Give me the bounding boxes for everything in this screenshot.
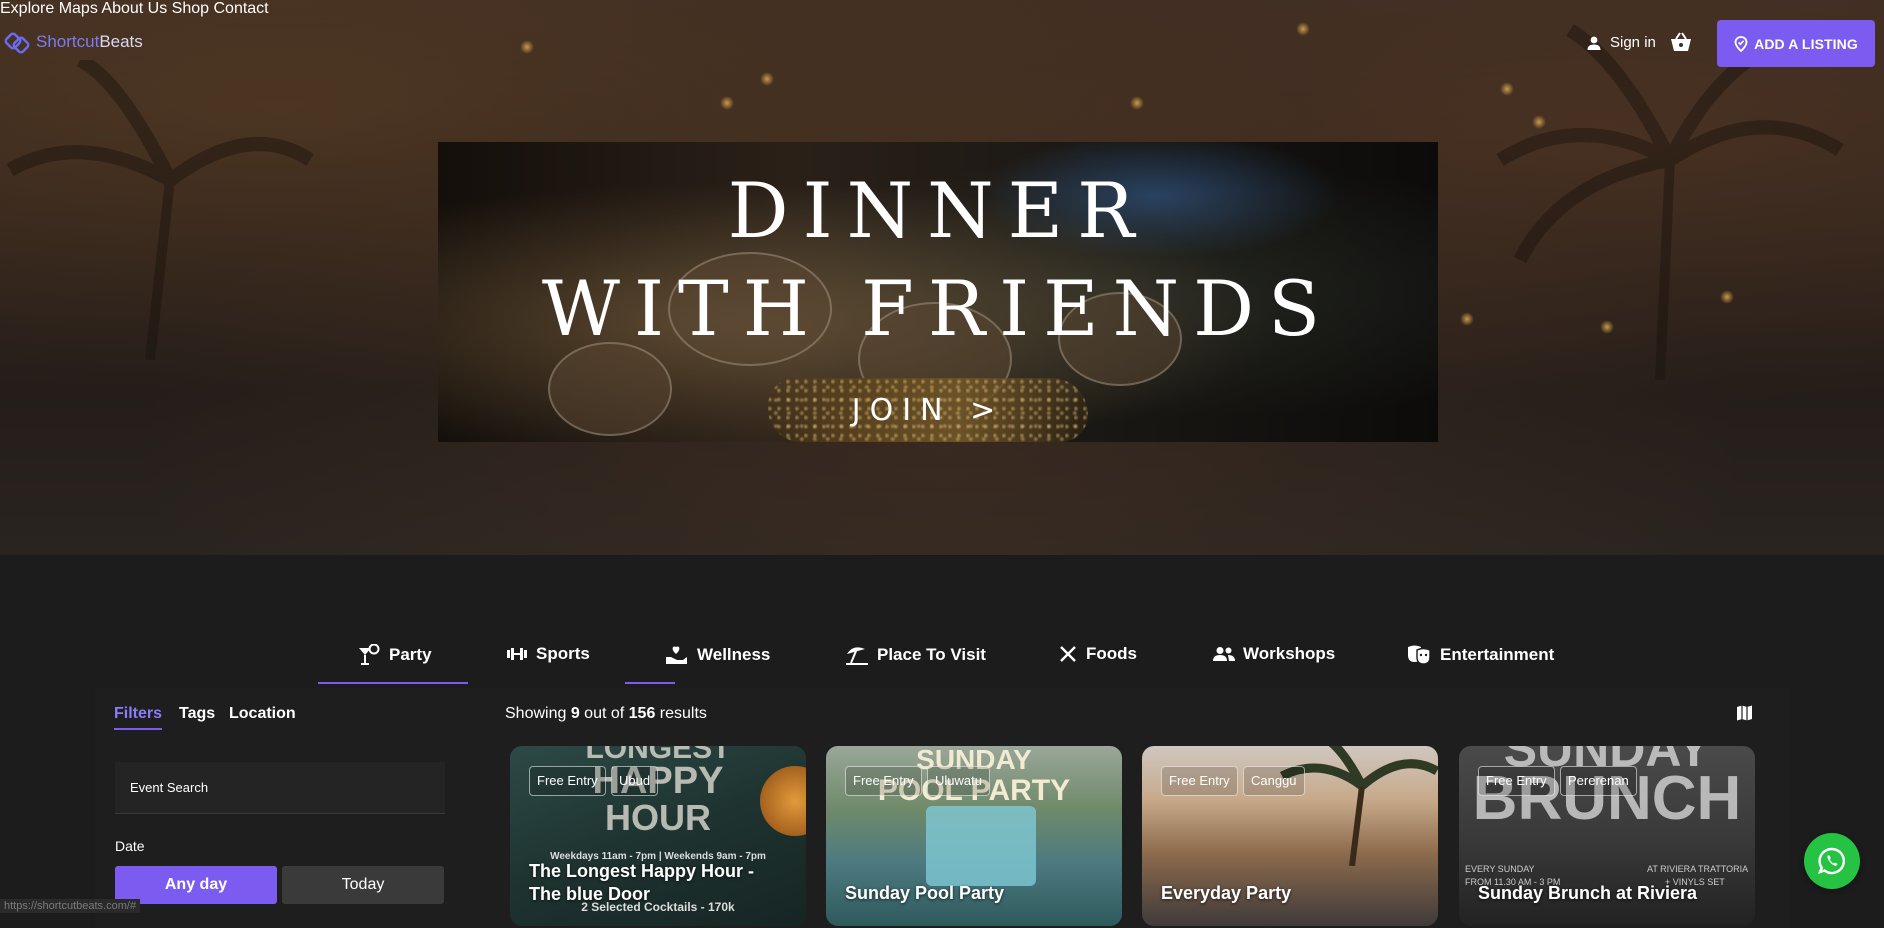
pool (926, 806, 1036, 886)
chip-location: Pererenan (1560, 766, 1637, 796)
tab-filters[interactable]: Filters (114, 705, 162, 723)
chip-location: Uluwatu (927, 766, 990, 796)
chip-price: Free Entry (845, 766, 922, 796)
listing-card[interactable]: SUNDAY BRUNCH EVERY SUNDAY AT RIVIERA TR… (1459, 746, 1755, 926)
banner-title-line2: WITH FRIENDS (541, 264, 1335, 353)
chip-location: Ubud (611, 766, 659, 796)
palm-tree-silhouette (1496, 23, 1844, 380)
tab-label: Foods (1086, 644, 1137, 663)
chip-price: Free Entry (1161, 766, 1238, 796)
chip-price: Free Entry (1478, 766, 1555, 796)
promo-banner[interactable]: DINNER WITH FRIENDS JOIN > (438, 142, 1438, 442)
location-pin-icon (1734, 35, 1748, 52)
card-title[interactable]: The Longest Happy Hour - The blue Door (529, 860, 789, 906)
event-search-input[interactable]: Event Search (115, 762, 445, 814)
whatsapp-icon (1817, 847, 1845, 875)
tab-label: Workshops (1243, 644, 1336, 663)
dumbbell-icon (507, 648, 527, 660)
tab-tags[interactable]: Tags (179, 705, 215, 723)
basket-icon (1671, 32, 1691, 51)
tab-workshops[interactable]: Workshops (1213, 644, 1335, 664)
tab-label: Wellness (697, 645, 771, 664)
food-plate (548, 342, 672, 436)
tab-label: Sports (536, 644, 590, 663)
nav-maps[interactable]: Maps (59, 0, 98, 17)
card-title[interactable]: Sunday Brunch at Riviera (1478, 882, 1738, 905)
main-nav: Explore Maps About Us Shop Contact (0, 0, 1884, 18)
tab-foods[interactable]: Foods (1058, 644, 1137, 664)
date-label: Date (115, 838, 145, 854)
tab-entertainment[interactable]: Entertainment (1406, 644, 1554, 666)
map-view-toggle[interactable] (1736, 705, 1753, 726)
cart-button[interactable] (1670, 32, 1692, 57)
status-bar-url: https://shortcutbeats.com/# (0, 899, 141, 913)
card-bg-text: AT RIVIERA TRATTORIA (1647, 864, 1749, 874)
listing-card[interactable]: Free Entry Canggu Everyday Party (1142, 746, 1438, 926)
tab-wellness[interactable]: Wellness (665, 644, 770, 666)
listing-card[interactable]: LONGEST HAPPY HOUR Weekdays 11am - 7pm |… (510, 746, 806, 926)
tab-label: Party (389, 645, 432, 664)
theater-masks-icon (1408, 645, 1431, 665)
today-button[interactable]: Today (282, 866, 444, 904)
card-bg-text: EVERY SUNDAY (1465, 864, 1535, 874)
filters-tab-underline (114, 728, 162, 730)
tab-place-to-visit[interactable]: Place To Visit (845, 644, 986, 666)
whatsapp-button[interactable] (1804, 833, 1860, 889)
nav-shop[interactable]: Shop (172, 0, 209, 17)
palm-illustration (1279, 746, 1438, 866)
hand-heart-icon (666, 646, 687, 664)
chip-price: Free Entry (529, 766, 606, 796)
card-bg-text: HOUR (605, 797, 711, 838)
card-title[interactable]: Sunday Pool Party (845, 882, 1105, 905)
hero-section: ShortcutBeats Explore Maps About Us Shop… (0, 0, 1884, 555)
tab-active-underline (318, 682, 468, 684)
add-listing-label: ADD A LISTING (1754, 35, 1858, 52)
tab-sports[interactable]: Sports (506, 644, 590, 664)
sign-in-label: Sign in (1610, 34, 1656, 51)
user-icon (1587, 36, 1601, 50)
logo-icon (4, 32, 30, 54)
sign-in-link[interactable]: Sign in (1586, 34, 1656, 51)
tab-hover-underline (625, 682, 675, 684)
banner-title-line1: DINNER (727, 166, 1149, 255)
listing-card[interactable]: SUNDAY POOL PARTY Free Entry Uluwatu Sun… (826, 746, 1122, 926)
chip-location: Canggu (1243, 766, 1305, 796)
logo-text: ShortcutBeats (36, 32, 143, 51)
tab-label: Place To Visit (877, 645, 986, 664)
results-count: Showing 9 out of 156 results (505, 705, 707, 722)
nav-explore[interactable]: Explore (0, 0, 54, 17)
palm-tree-silhouette (6, 60, 314, 360)
people-icon (1213, 647, 1235, 661)
map-icon (1737, 705, 1752, 721)
tab-location[interactable]: Location (229, 705, 296, 723)
join-button[interactable]: JOIN > (768, 378, 1088, 442)
cocktail-icon (359, 644, 380, 665)
utensils-icon (1060, 646, 1076, 662)
tab-label: Entertainment (1440, 645, 1555, 664)
tab-party[interactable]: Party (357, 644, 432, 666)
card-title[interactable]: Everyday Party (1161, 882, 1421, 905)
nav-contact[interactable]: Contact (213, 0, 268, 17)
nav-about-us[interactable]: About Us (101, 0, 167, 17)
add-listing-button[interactable]: ADD A LISTING (1717, 20, 1875, 67)
brand-logo[interactable]: ShortcutBeats (4, 28, 143, 56)
beach-umbrella-icon (846, 647, 868, 665)
